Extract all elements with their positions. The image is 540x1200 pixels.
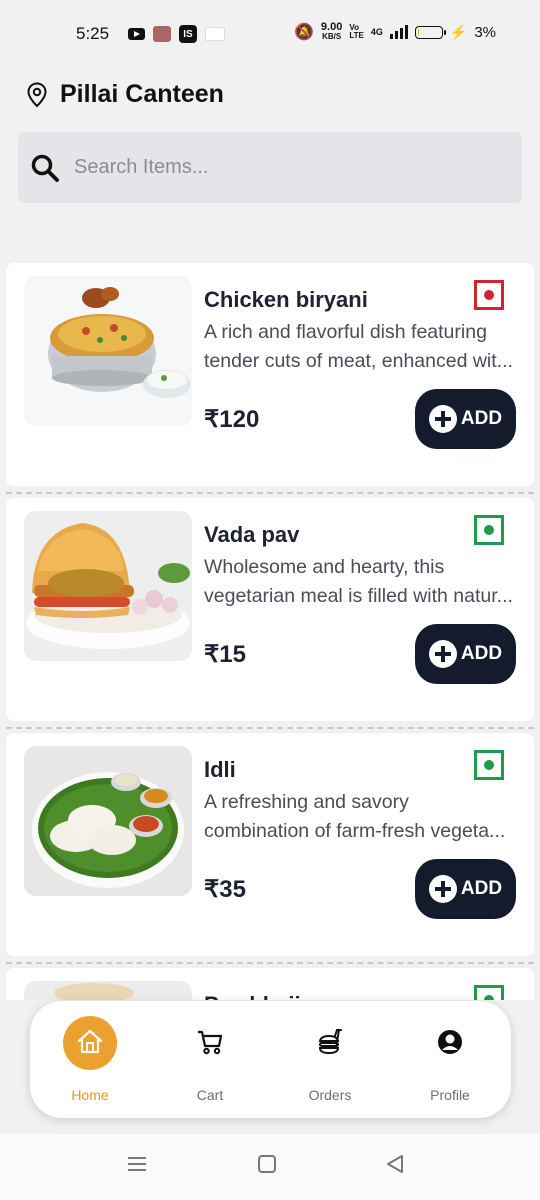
plus-circle-icon [428,640,457,668]
item-price: ₹15 [204,641,246,668]
orders-icon [318,1029,342,1055]
status-bar: 5:25 IS 🔕 9.00 KB/S Vo LTE 4G ⚡ 3% [0,0,540,66]
recent-apps-icon[interactable] [127,1154,147,1174]
battery-percent: 3% [474,23,496,41]
item-description-line: vegetarian meal is filled with natur... [204,585,513,607]
nav-cart[interactable]: Cart [150,1001,270,1118]
search-bar[interactable] [18,132,522,203]
canteen-title: Pillai Canteen [60,80,224,108]
veg-icon [474,750,504,780]
plus-circle-icon [428,875,457,903]
menu-item-card[interactable]: Vada pav Wholesome and hearty, this vege… [6,498,534,721]
item-description-line: A rich and flavorful dish featuring [204,321,487,343]
status-indicators: 🔕 9.00 KB/S Vo LTE 4G ⚡ 3% [294,22,496,42]
item-name: Pav bhaji [204,992,301,1000]
notification-icons: IS [128,25,225,43]
search-icon [31,154,59,182]
item-divider [6,727,534,729]
misc-notification-icon [205,27,225,41]
item-description-line: Wholesome and hearty, this [204,556,445,578]
bottom-nav: Home Cart Orders Profile [30,1001,511,1118]
network-speed: 9.00 KB/S [320,21,343,42]
network-speed-unit: KB/S [322,32,342,41]
add-button[interactable]: ADD [415,389,516,449]
youtube-icon [128,28,145,40]
location-pin-icon[interactable] [26,81,48,108]
plus-circle-icon [428,405,457,433]
search-input[interactable] [72,155,476,180]
is-app-icon: IS [179,25,197,43]
food-image-biryani [24,276,192,426]
item-description-line: A refreshing and savory [204,791,409,813]
volte-indicator: Vo LTE [349,24,364,40]
menu-list[interactable]: Chicken biryani A rich and flavorful dis… [6,263,534,1000]
nav-profile[interactable]: Profile [390,1001,510,1118]
item-divider [6,492,534,494]
food-image-vada-pav [24,511,192,661]
veg-icon [474,985,504,1000]
non-veg-icon [474,280,504,310]
nav-home[interactable]: Home [30,1001,150,1118]
item-name: Chicken biryani [204,287,368,312]
battery-fill [417,28,419,35]
item-description-line: tender cuts of meat, enhanced wit... [204,350,513,372]
add-button-label: ADD [460,643,503,664]
item-description: A rich and flavorful dish featuring tend… [204,318,534,376]
item-name: Vada pav [204,522,300,547]
add-button[interactable]: ADD [415,859,516,919]
food-image-pav-bhaji [24,981,192,1000]
nav-profile-label: Profile [430,1087,470,1103]
add-button-label: ADD [460,408,503,429]
menu-item-card[interactable]: Pav bhaji [6,968,534,1000]
charging-icon: ⚡ [449,23,468,40]
status-time: 5:25 [76,24,110,43]
menu-item-card[interactable]: Chicken biryani A rich and flavorful dis… [6,263,534,486]
add-button[interactable]: ADD [415,624,516,684]
mute-icon: 🔕 [294,24,314,41]
network-type: 4G [370,27,383,37]
home-icon [77,1029,103,1054]
nav-home-label: Home [71,1087,109,1103]
item-description: A refreshing and savory combination of f… [204,788,534,846]
signal-icon [389,25,408,39]
item-price: ₹120 [204,406,260,433]
profile-icon [438,1030,462,1054]
nav-orders-label: Orders [308,1087,352,1103]
app-notification-icon [153,26,171,42]
add-button-label: ADD [460,878,503,899]
item-divider [6,962,534,964]
item-description: Wholesome and hearty, this vegetarian me… [204,553,534,611]
back-icon[interactable] [385,1154,405,1174]
menu-item-card[interactable]: Idli A refreshing and savory combination… [6,733,534,956]
veg-icon [474,515,504,545]
nav-orders[interactable]: Orders [270,1001,390,1118]
food-image-idli [24,746,192,896]
network-speed-value: 9.00 [320,21,343,33]
system-nav-bar [0,1134,540,1200]
battery-icon [414,25,446,39]
cart-icon [198,1030,223,1055]
volte-bottom: LTE [349,31,364,40]
nav-cart-label: Cart [196,1087,224,1103]
item-price: ₹35 [204,876,246,903]
item-description-line: combination of farm-fresh vegeta... [204,820,506,842]
header: Pillai Canteen [26,80,224,109]
item-name: Idli [204,757,236,782]
home-system-icon[interactable] [257,1154,277,1174]
